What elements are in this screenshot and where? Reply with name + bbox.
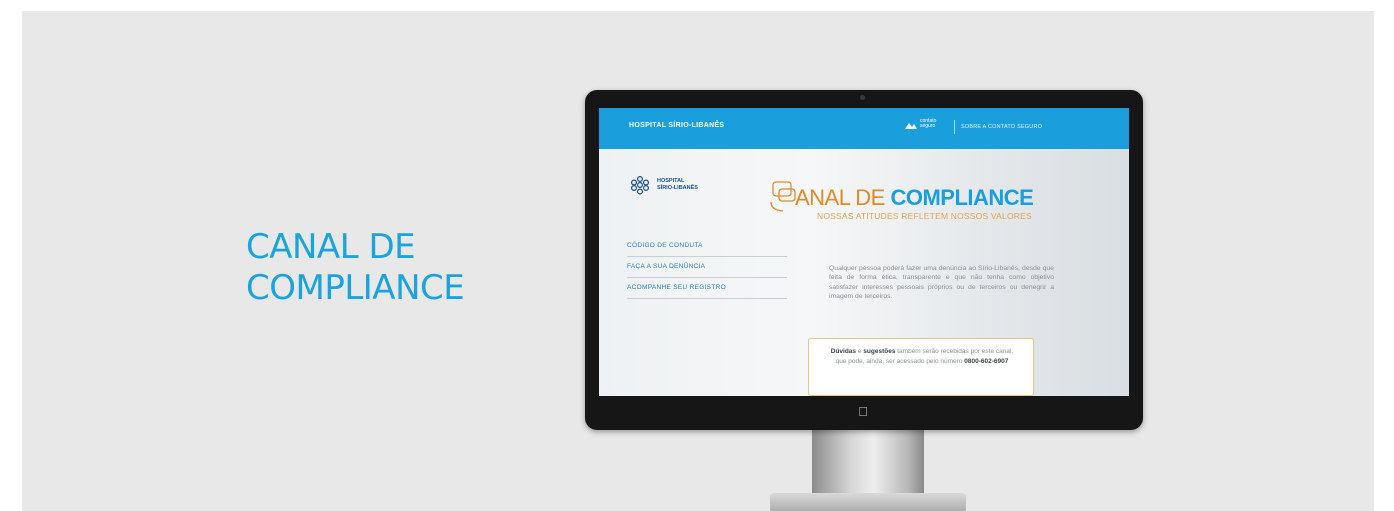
camera-icon [860,95,865,100]
hospital-logo-text: HOSPITAL SÍRIO-LIBANÊS [657,178,698,192]
contato-seguro-logo-text: contato seguro [920,118,937,129]
frame-line [1088,234,1089,364]
compliance-subtitle: NOSSAS ATITUDES REFLETEM NOSSOS VALORES [817,211,1032,221]
website-screen: HOSPITAL SÍRIO-LIBANÊS contato seguro SO… [599,108,1129,396]
hospital-logo-icon [630,175,650,195]
monitor: HOSPITAL SÍRIO-LIBANÊS contato seguro SO… [585,90,1143,430]
info-phone-number[interactable]: 0800-602-6907 [964,358,1008,365]
heading-line-1: CANAL DE [246,227,416,267]
hospital-name-link[interactable]: HOSPITAL SÍRIO-LIBANÊS [629,122,724,129]
menu-item-faca-sua-denuncia[interactable]: FAÇA A SUA DENÚNCIA [627,257,787,278]
menu-item-codigo-de-conduta[interactable]: CÓDIGO DE CONDUTA [627,236,787,257]
monitor-base [770,493,966,511]
contato-seguro-logo-icon [905,123,917,129]
hospital-logo[interactable]: HOSPITAL SÍRIO-LIBANÊS [629,172,749,204]
background-panel: CANAL DE COMPLIANCE HOSPITAL SÍRIO-LIBAN… [22,11,1374,511]
heading-line-2: COMPLIANCE [246,268,465,308]
compliance-title: ANAL DE COMPLIANCE [795,185,1034,211]
monitor-stand [812,425,924,495]
side-menu: CÓDIGO DE CONDUTA FAÇA A SUA DENÚNCIA AC… [627,236,787,299]
info-bold-duvidas: Dúvidas [830,348,857,355]
title-light-part: ANAL DE [795,185,891,210]
site-header: HOSPITAL SÍRIO-LIBANÊS contato seguro SO… [599,108,1129,149]
page-heading: CANAL DE COMPLIANCE [246,227,506,309]
header-divider [954,120,955,134]
about-link[interactable]: SOBRE A CONTATO SEGURO [961,124,1042,130]
apple-logo-icon:  [855,404,871,420]
logo-line-2: SÍRIO-LIBANÊS [657,185,698,191]
info-bold-sugestoes: sugestões [863,348,896,355]
menu-item-acompanhe-registro[interactable]: ACOMPANHE SEU REGISTRO [627,278,787,299]
compliance-title-block: ANAL DE COMPLIANCE NOSSAS ATITUDES REFLE… [769,180,1069,236]
logo-line-1: HOSPITAL [657,178,685,184]
contact-info-text: Dúvidas e sugestões também serão recebid… [827,347,1017,366]
compliance-description: Qualquer pessoa poderá fazer uma denúnci… [829,265,1054,301]
contact-info-box: Dúvidas e sugestões também serão recebid… [808,338,1034,396]
title-bold-part: COMPLIANCE [890,185,1034,210]
